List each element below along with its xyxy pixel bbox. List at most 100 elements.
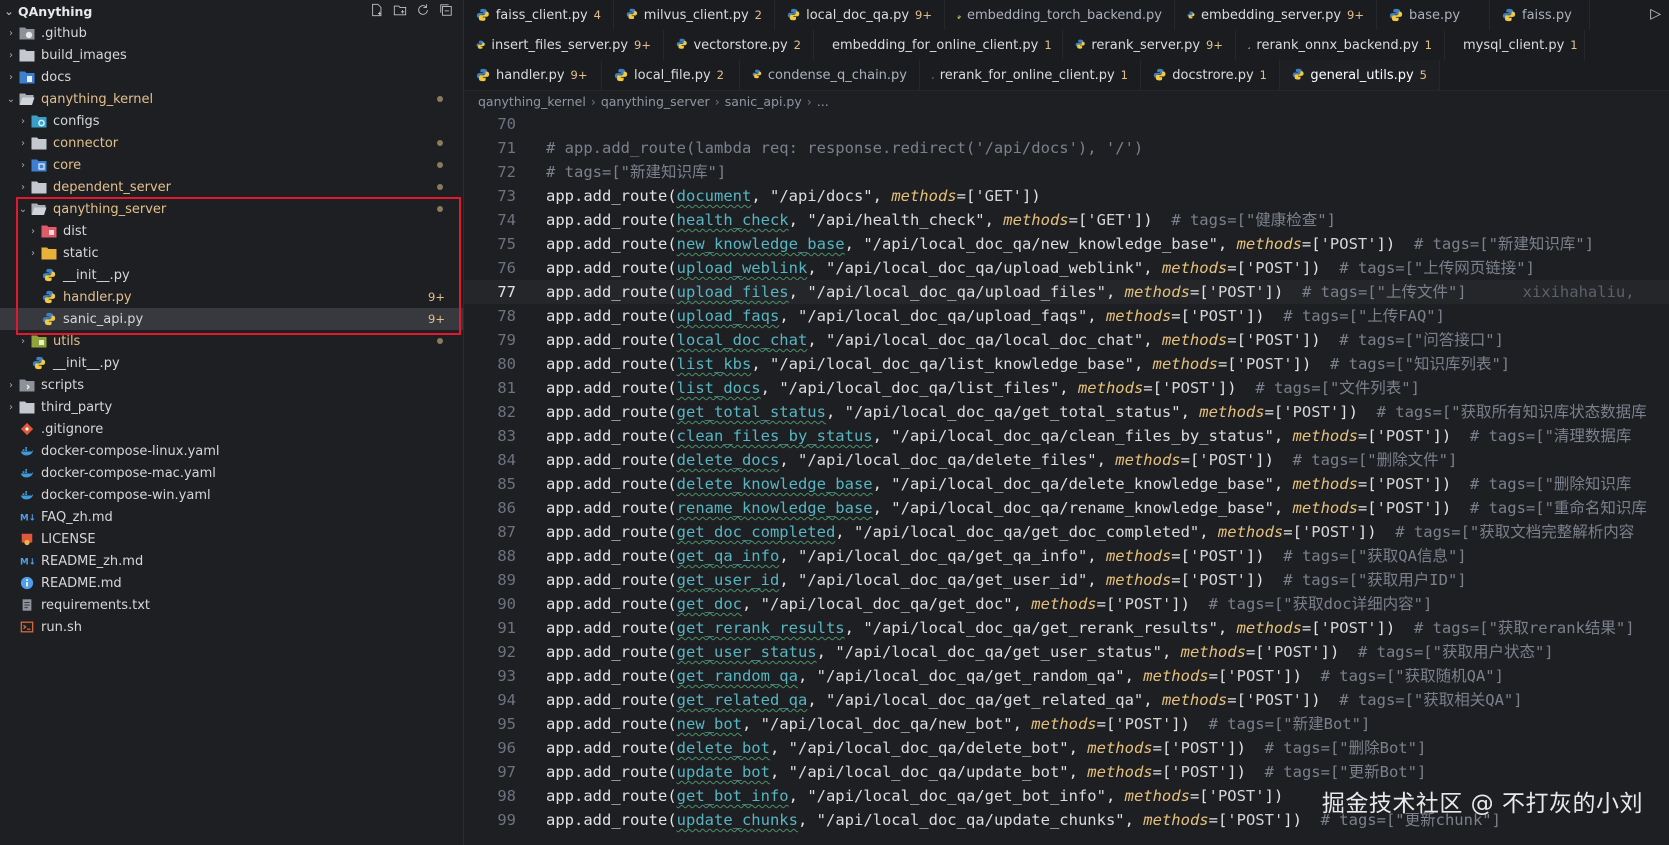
- run-icon[interactable]: ▷: [1650, 6, 1661, 22]
- code-line[interactable]: 95 app.add_route(new_bot, "/api/local_doc…: [464, 712, 1669, 736]
- tree-file[interactable]: requirements.txt: [0, 594, 463, 616]
- editor-tab[interactable]: rerank_for_online_client.py 1: [920, 60, 1141, 90]
- tree-folder[interactable]: › configs: [0, 110, 463, 132]
- editor-tab[interactable]: local_doc_qa.py 9+: [775, 0, 945, 30]
- code-line[interactable]: 78 app.add_route(upload_faqs, "/api/local…: [464, 304, 1669, 328]
- editor-tab[interactable]: condense_q_chain.py: [740, 60, 920, 90]
- code-line[interactable]: 75 app.add_route(new_knowledge_base, "/ap…: [464, 232, 1669, 256]
- editor-tab[interactable]: embedding_torch_backend.py: [945, 0, 1175, 30]
- tree-folder[interactable]: › static: [0, 242, 463, 264]
- breadcrumb-item[interactable]: sanic_api.py: [725, 94, 802, 109]
- code-line[interactable]: 90 app.add_route(get_doc, "/api/local_doc…: [464, 592, 1669, 616]
- tree-file[interactable]: __init__.py: [0, 352, 463, 374]
- editor-tab[interactable]: insert_files_server.py 9+: [464, 30, 664, 60]
- tree-file[interactable]: LICENSE: [0, 528, 463, 550]
- tree-folder[interactable]: › dependent_server: [0, 176, 463, 198]
- tree-folder[interactable]: ⌄ qanything_server: [0, 198, 463, 220]
- editor-tab[interactable]: faiss.py: [1490, 0, 1590, 30]
- code-line[interactable]: 77 app.add_route(upload_files, "/api/loca…: [464, 280, 1669, 304]
- tree-folder[interactable]: › utils: [0, 330, 463, 352]
- editor-tab[interactable]: embedding_server.py 9+: [1175, 0, 1377, 30]
- chevron-right-icon[interactable]: ›: [4, 402, 18, 413]
- tree-folder[interactable]: › .github: [0, 22, 463, 44]
- code-line[interactable]: 71 # app.add_route(lambda req: response.r…: [464, 136, 1669, 160]
- tree-file[interactable]: sanic_api.py 9+: [0, 308, 463, 330]
- breadcrumb-item[interactable]: qanything_kernel: [478, 94, 586, 109]
- chevron-down-icon[interactable]: ⌄: [0, 5, 18, 18]
- tree-file[interactable]: README.md: [0, 572, 463, 594]
- breadcrumb-item[interactable]: ...: [817, 94, 829, 109]
- code-line[interactable]: 82 app.add_route(get_total_status, "/api/…: [464, 400, 1669, 424]
- editor-tab[interactable]: docstrore.py 1: [1141, 60, 1280, 90]
- code-line[interactable]: 72 # tags=["新建知识库"]: [464, 160, 1669, 184]
- editor-tab[interactable]: embedding_for_online_client.py 1: [814, 30, 1063, 60]
- chevron-right-icon[interactable]: ›: [26, 226, 40, 237]
- collapse-all-icon[interactable]: [439, 3, 453, 17]
- tree-folder[interactable]: ⌄ qanything_kernel: [0, 88, 463, 110]
- editor-tab[interactable]: base.py: [1377, 0, 1490, 30]
- code-line[interactable]: 84 app.add_route(delete_docs, "/api/local…: [464, 448, 1669, 472]
- code-line[interactable]: 97 app.add_route(update_bot, "/api/local_…: [464, 760, 1669, 784]
- chevron-right-icon[interactable]: ›: [16, 116, 30, 127]
- new-file-icon[interactable]: [370, 3, 384, 17]
- chevron-right-icon[interactable]: ›: [4, 50, 18, 61]
- editor-tab[interactable]: vectorstore.py 2: [664, 30, 814, 60]
- tree-file[interactable]: docker-compose-win.yaml: [0, 484, 463, 506]
- code-line[interactable]: 80 app.add_route(list_kbs, "/api/local_do…: [464, 352, 1669, 376]
- chevron-right-icon[interactable]: ›: [16, 160, 30, 171]
- chevron-right-icon[interactable]: ›: [4, 380, 18, 391]
- code-line[interactable]: 93 app.add_route(get_random_qa, "/api/loc…: [464, 664, 1669, 688]
- code-line[interactable]: 79 app.add_route(local_doc_chat, "/api/lo…: [464, 328, 1669, 352]
- tree-file[interactable]: docker-compose-linux.yaml: [0, 440, 463, 462]
- tree-folder[interactable]: › scripts: [0, 374, 463, 396]
- tree-file[interactable]: docker-compose-mac.yaml: [0, 462, 463, 484]
- tree-folder[interactable]: › build_images: [0, 44, 463, 66]
- chevron-right-icon[interactable]: ›: [26, 248, 40, 259]
- editor-tab[interactable]: handler.py 9+: [464, 60, 602, 90]
- code-line[interactable]: 73 app.add_route(document, "/api/docs", m…: [464, 184, 1669, 208]
- tree-folder[interactable]: › connector: [0, 132, 463, 154]
- refresh-icon[interactable]: [416, 3, 430, 17]
- code-line[interactable]: 91 app.add_route(get_rerank_results, "/ap…: [464, 616, 1669, 640]
- breadcrumb-item[interactable]: qanything_server: [601, 94, 710, 109]
- explorer-header[interactable]: ⌄ QAnything: [0, 0, 463, 22]
- chevron-right-icon[interactable]: ›: [4, 28, 18, 39]
- chevron-down-icon[interactable]: ⌄: [4, 94, 18, 105]
- code-line[interactable]: 94 app.add_route(get_related_qa, "/api/lo…: [464, 688, 1669, 712]
- editor-tab[interactable]: milvus_client.py 2: [614, 0, 775, 30]
- code-line[interactable]: 96 app.add_route(delete_bot, "/api/local_…: [464, 736, 1669, 760]
- code-line[interactable]: 70: [464, 112, 1669, 136]
- chevron-right-icon[interactable]: ›: [16, 182, 30, 193]
- code-line[interactable]: 85 app.add_route(delete_knowledge_base, "…: [464, 472, 1669, 496]
- tree-file[interactable]: M↓ FAQ_zh.md: [0, 506, 463, 528]
- tree-folder[interactable]: › third_party: [0, 396, 463, 418]
- code-editor[interactable]: 70 71 # app.add_route(lambda req: response…: [464, 112, 1669, 832]
- tree-file[interactable]: M↓ README_zh.md: [0, 550, 463, 572]
- tree-file[interactable]: run.sh: [0, 616, 463, 638]
- code-line[interactable]: 87 app.add_route(get_doc_completed, "/api…: [464, 520, 1669, 544]
- tree-file[interactable]: handler.py 9+: [0, 286, 463, 308]
- code-line[interactable]: 81 app.add_route(list_docs, "/api/local_d…: [464, 376, 1669, 400]
- chevron-right-icon[interactable]: ›: [4, 72, 18, 83]
- editor-tab[interactable]: faiss_client.py 4: [464, 0, 614, 30]
- chevron-right-icon[interactable]: ›: [16, 336, 30, 347]
- code-line[interactable]: 83 app.add_route(clean_files_by_status, "…: [464, 424, 1669, 448]
- editor-tab[interactable]: rerank_onnx_backend.py 1: [1236, 30, 1445, 60]
- chevron-right-icon[interactable]: ›: [16, 138, 30, 149]
- editor-tab[interactable]: mysql_client.py 1: [1445, 30, 1585, 60]
- code-line[interactable]: 76 app.add_route(upload_weblink, "/api/lo…: [464, 256, 1669, 280]
- tree-file[interactable]: __init__.py: [0, 264, 463, 286]
- tree-folder[interactable]: › dist: [0, 220, 463, 242]
- editor-tab[interactable]: local_file.py 2: [602, 60, 740, 90]
- editor-tab[interactable]: general_utils.py 5: [1280, 60, 1440, 90]
- code-line[interactable]: 92 app.add_route(get_user_status, "/api/l…: [464, 640, 1669, 664]
- chevron-down-icon[interactable]: ⌄: [16, 204, 30, 215]
- code-line[interactable]: 74 app.add_route(health_check, "/api/heal…: [464, 208, 1669, 232]
- editor-tab[interactable]: rerank_server.py 9+: [1063, 30, 1236, 60]
- code-line[interactable]: 89 app.add_route(get_user_id, "/api/local…: [464, 568, 1669, 592]
- tree-folder[interactable]: › core: [0, 154, 463, 176]
- tree-folder[interactable]: › docs: [0, 66, 463, 88]
- code-line[interactable]: 88 app.add_route(get_qa_info, "/api/local…: [464, 544, 1669, 568]
- code-line[interactable]: 86 app.add_route(rename_knowledge_base, "…: [464, 496, 1669, 520]
- tree-file[interactable]: .gitignore: [0, 418, 463, 440]
